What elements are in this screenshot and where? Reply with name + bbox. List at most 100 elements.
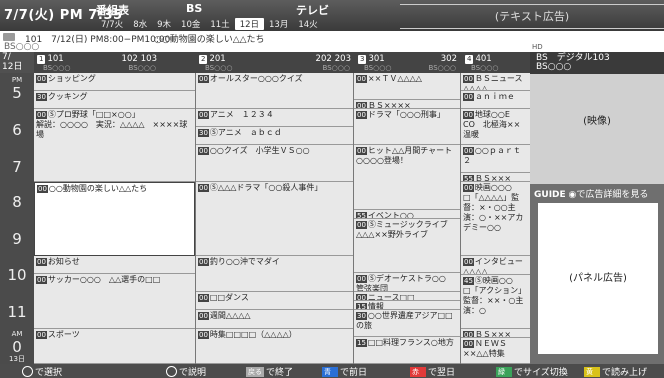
- channel-service: BS○○○: [128, 64, 156, 72]
- date-item[interactable]: 8水: [128, 18, 152, 30]
- program-cell[interactable]: 00 釣り○○沖でマダイ: [196, 256, 353, 292]
- program-cell[interactable]: 00 ＢＳニュース△△△△: [461, 73, 530, 91]
- program-time: 101 7/12(日) PM8:00−PM10:00: [25, 35, 171, 45]
- info-right: HD: [530, 31, 664, 52]
- program-cell[interactable]: 00 ニュース□□: [354, 292, 460, 301]
- channel-column-3: 00 ××ＴＶ△△△△ 00 ＢＳ×××× 00 ドラマ「○○○刑事」 00 ヒット△△…: [354, 73, 461, 364]
- program-cell[interactable]: 00 Ⓢ△△△ドラマ「○○殺人事件」: [196, 182, 353, 256]
- channel-name: 301: [368, 54, 385, 64]
- channel-number: 2: [199, 54, 208, 64]
- channel-sub-number: 203: [334, 54, 351, 64]
- time-label: 6: [12, 121, 22, 139]
- program-cell[interactable]: 00 アニメ １２３４: [196, 109, 353, 127]
- program-cell[interactable]: 00 Ⓢプロ野球「□□×○○」 解説：○○○○ 実況：△△△△ ××××球場: [34, 109, 195, 182]
- date-item[interactable]: 7/7火: [96, 18, 128, 30]
- program-cell[interactable]: 15 情報: [354, 301, 460, 310]
- program-cell[interactable]: 55 イベント○○: [354, 210, 460, 219]
- program-cell[interactable]: 30 Ⓢアニメ ａｂｃｄ: [196, 127, 353, 145]
- program-channel: BS○○○: [4, 42, 40, 52]
- program-cell[interactable]: 45 Ⓢ映画○○ □「アクション」監督：××・○主演：○: [461, 275, 530, 329]
- date-item[interactable]: 9木: [152, 18, 176, 30]
- program-cell[interactable]: 00 ドラマ「○○○刑事」: [354, 109, 460, 145]
- program-info-bar: 101 7/12(日) PM8:00−PM10:00 ○○動物園の楽しい△△たち…: [0, 31, 530, 52]
- dpad-icon: [22, 366, 33, 377]
- channel-group-1[interactable]: 1 101 102 103 BS○○○ BS○○○: [35, 54, 160, 73]
- program-cell[interactable]: 00 ヒット△△月間チャート ○○○○登場！: [354, 145, 460, 210]
- channel-name: 101: [47, 54, 64, 64]
- date-strip[interactable]: 7/7火 8水 9木 10金 11土 12日 13月 14火: [96, 18, 323, 30]
- program-cell[interactable]: 30 クッキング: [34, 91, 195, 109]
- program-cell[interactable]: 00 オールスター○○○クイズ: [196, 73, 353, 109]
- program-cell-selected[interactable]: 00 ○○動物園の楽しい△△たち: [34, 182, 195, 256]
- program-cell[interactable]: 00 ＢＳ×××: [461, 329, 530, 338]
- yellow-key: 黄: [584, 366, 600, 377]
- channel-number: 3: [358, 54, 367, 64]
- hd-badge: HD: [532, 43, 543, 51]
- channel-number: 4: [465, 54, 474, 64]
- program-cell[interactable]: 00 ショッピング: [34, 73, 195, 91]
- channel-name: 201: [209, 54, 226, 64]
- time-label: PM 5: [11, 76, 23, 103]
- program-cell[interactable]: 00 ＮＥＷＳ××△△特集: [461, 338, 530, 364]
- size-hint[interactable]: 緑でサイズ切換: [496, 365, 568, 378]
- program-cell[interactable]: 00 スポーツ: [34, 329, 195, 364]
- program-cell[interactable]: 00 地球○○E CO 北極海××温暖: [461, 109, 530, 145]
- ad-guide[interactable]: GUIDE ◉で広告詳細を見る: [534, 187, 648, 200]
- program-cell[interactable]: 15 □□料理フランス○地方: [354, 337, 460, 364]
- channel-sub-number: 202: [315, 54, 332, 64]
- read-hint[interactable]: 黄で読み上げ: [584, 365, 647, 378]
- time-label: AM 0 13日: [9, 330, 25, 363]
- channel-service: BS○○○: [428, 64, 456, 72]
- channel-group-4[interactable]: 4 401 BS○○○: [463, 54, 528, 73]
- program-cell[interactable]: 00 ○○クイズ 小学生ＶＳ○○: [196, 145, 353, 182]
- bottom-bar: で選択 で説明 戻る で終了 青で前日 赤で翌日 緑でサイズ切換 黄で読み上げ: [0, 364, 664, 378]
- panel-ad[interactable]: (パネル広告): [538, 203, 658, 354]
- channel-icon: [3, 33, 15, 41]
- channel-group-2[interactable]: 2 201 202 203 BS○○○ BS○○○: [197, 54, 354, 73]
- bs-tab[interactable]: BS: [186, 2, 202, 15]
- date-month: 7/: [2, 52, 11, 62]
- date-cell: 7/ 12日: [0, 52, 34, 73]
- program-cell[interactable]: 00 Ⓢデオーケストラ○○ 管弦楽団: [354, 273, 460, 292]
- program-cell[interactable]: 55 ＢＳ×××: [461, 173, 530, 182]
- channel-sub-number: 302: [440, 54, 457, 64]
- next-day-hint[interactable]: 赤で翌日: [410, 365, 455, 378]
- program-cell[interactable]: 00 ａｎｉｍｅ: [461, 91, 530, 109]
- back-key: 戻る: [246, 366, 264, 377]
- program-cell[interactable]: 00 ××ＴＶ△△△△: [354, 73, 460, 100]
- program-cell[interactable]: 00 ＢＳ××××: [354, 100, 460, 109]
- program-cell[interactable]: 00 週間△△△△: [196, 310, 353, 329]
- program-cell[interactable]: 00 サッカー○○○ △△選手の□□: [34, 274, 195, 329]
- channel-service: BS○○○: [205, 64, 233, 72]
- date-item-current[interactable]: 12日: [234, 18, 265, 30]
- tv-tab[interactable]: テレビ: [296, 2, 329, 18]
- ad-guide-text: ◉で広告詳細を見る: [568, 190, 649, 200]
- date-day: 12日: [2, 62, 23, 72]
- channel-column-4: 00 ＢＳニュース△△△△ 00 ａｎｉｍｅ 00 地球○○E CO 北極海××温暖 …: [461, 73, 530, 364]
- date-item[interactable]: 10金: [176, 18, 205, 30]
- back-hint[interactable]: 戻る で終了: [246, 365, 293, 378]
- blue-key: 青: [322, 366, 338, 377]
- text-ad[interactable]: (テキスト広告): [400, 4, 664, 29]
- channel-column-2: 00 オールスター○○○クイズ 00 アニメ １２３４ 30 Ⓢアニメ ａｂｃｄ 00…: [196, 73, 354, 364]
- channel-sub-number: 102: [121, 54, 138, 64]
- guide-title: 番組表: [96, 4, 129, 17]
- date-item[interactable]: 11土: [205, 18, 234, 30]
- program-cell[interactable]: 00 時集□□□□（△△△△）: [196, 329, 353, 364]
- date-item[interactable]: 13月: [264, 18, 293, 30]
- program-cell[interactable]: 00 □□ダンス: [196, 292, 353, 310]
- green-key: 緑: [496, 366, 512, 377]
- channel-group-3[interactable]: 3 301 302 BS○○○ BS○○○: [356, 54, 460, 73]
- program-grid: 00 ショッピング 30 クッキング 00 Ⓢプロ野球「□□×○○」 解説：○○○○ 実…: [34, 73, 530, 364]
- program-cell[interactable]: 00 ○○ｐａｒｔ２: [461, 145, 530, 173]
- program-cell[interactable]: 00 Ⓢミュージックライブ △△△××野外ライブ: [354, 219, 460, 273]
- guide-logo: GUIDE: [534, 190, 566, 200]
- program-cell[interactable]: 00 映画○○○ □「△△△△」監督：×・○○主演：○・××アカデミー○○: [461, 182, 530, 256]
- prev-day-hint[interactable]: 青で前日: [322, 365, 367, 378]
- program-cell[interactable]: 00 お知らせ: [34, 256, 195, 274]
- program-cell[interactable]: 30 ○○世界遺産アジア□□の旅: [354, 310, 460, 337]
- video-placeholder: (映像): [583, 116, 611, 127]
- preview-header: BS デジタル103 BS○○○: [530, 52, 664, 74]
- date-item[interactable]: 14火: [293, 18, 322, 30]
- program-cell[interactable]: 00 インタビュー△△△△: [461, 256, 530, 275]
